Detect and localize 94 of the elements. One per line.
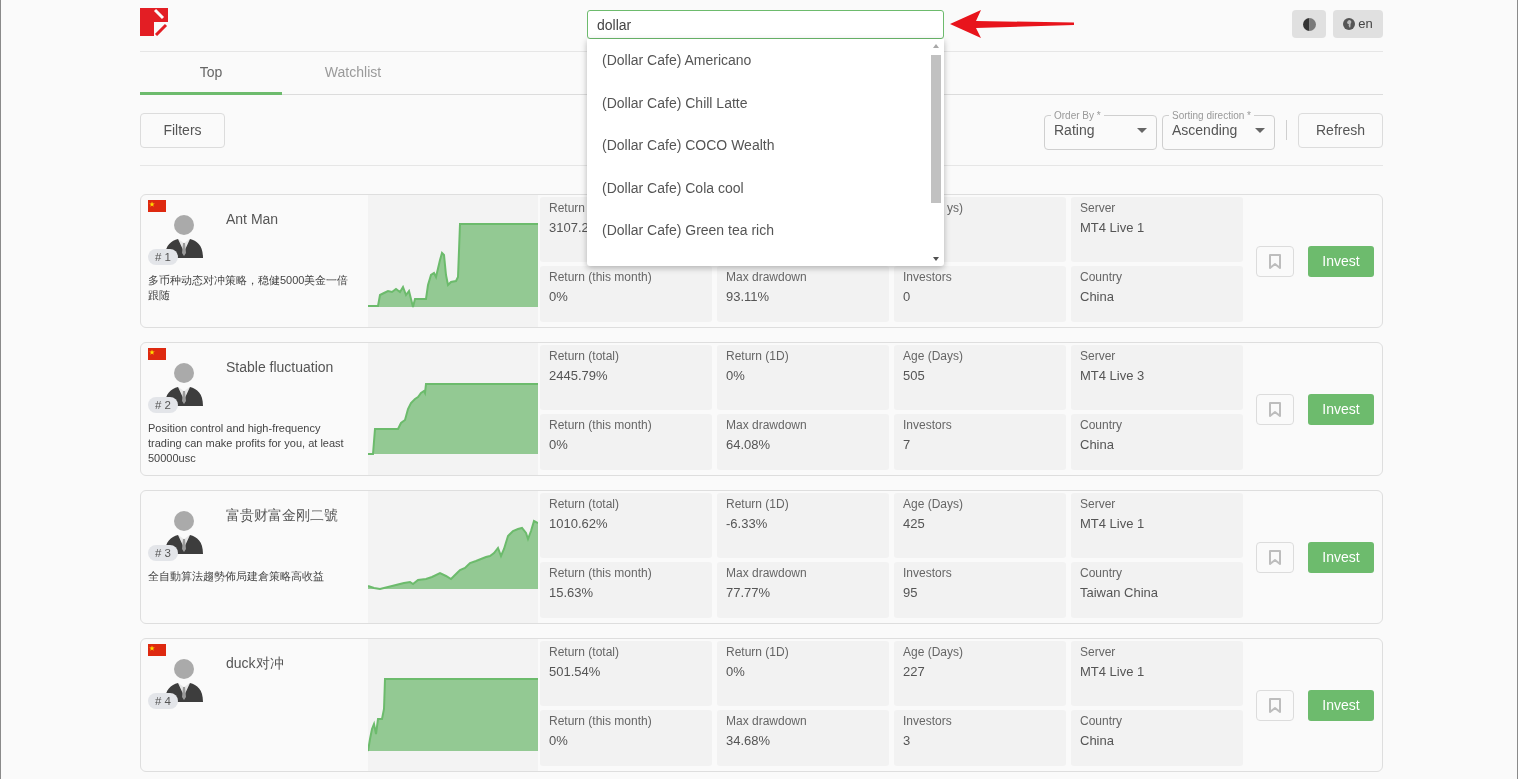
metric-value: 0%: [549, 732, 568, 749]
metric-label: Return (total): [549, 349, 620, 364]
suggestion-item[interactable]: (Dollar Cafe) Chill Latte: [587, 81, 927, 124]
metric-label: Return (1D): [726, 645, 789, 660]
filters-button[interactable]: Filters: [140, 112, 225, 148]
metric-label: Max drawdown: [726, 714, 807, 729]
contrast-icon: [1302, 17, 1316, 31]
metric-label: Investors: [903, 270, 952, 285]
metric-value: 0: [903, 288, 911, 305]
suggestion-item[interactable]: (Dollar Cafe) Cola cool: [587, 166, 927, 209]
tab[interactable]: Top: [140, 52, 282, 95]
metric-value: 0%: [549, 436, 568, 453]
strategy-name[interactable]: duck对冲: [226, 655, 284, 672]
metric-label: Max drawdown: [726, 566, 807, 581]
metric-label: Server: [1080, 645, 1116, 660]
sorting-direction-select[interactable]: Sorting direction * Ascending: [1162, 110, 1275, 150]
rank-badge: # 3: [148, 545, 178, 561]
strategy-name[interactable]: Stable fluctuation: [226, 359, 334, 376]
metric-label: Return (this month): [549, 418, 652, 433]
metric-value: 3: [903, 732, 911, 749]
bookmark-button[interactable]: [1256, 245, 1294, 277]
metric-label: Server: [1080, 497, 1116, 512]
metric-label: Return (total): [549, 645, 620, 660]
strategy-name[interactable]: Ant Man: [226, 211, 279, 228]
metric-value: MT4 Live 1: [1080, 663, 1145, 680]
metric-value: China: [1080, 288, 1114, 305]
logo-icon[interactable]: [140, 8, 168, 36]
rank-badge: # 4: [148, 693, 178, 709]
metric-label: Max drawdown: [726, 418, 807, 433]
metric-value: 95: [903, 584, 918, 601]
language-button[interactable]: en: [1333, 10, 1383, 38]
metric-label: Return (this month): [549, 566, 652, 581]
metric-value: 15.63%: [549, 584, 594, 601]
metric-label: Investors: [903, 566, 952, 581]
metric-value: MT4 Live 3: [1080, 367, 1145, 384]
strategy-name[interactable]: 富贵财富金刚二號: [226, 507, 338, 524]
metric-value: 3107.2: [549, 219, 589, 236]
metric-label: Max drawdown: [726, 270, 807, 285]
metric-label: Age (Days): [903, 645, 964, 660]
metric-value: 2445.79%: [549, 367, 608, 384]
metric-label: Server: [1080, 201, 1116, 216]
metric-value: Taiwan China: [1080, 584, 1159, 601]
metric-value: 505: [903, 367, 925, 384]
metric-value: MT4 Live 1: [1080, 515, 1145, 532]
metric-label: Server: [1080, 349, 1116, 364]
refresh-button[interactable]: Refresh: [1298, 112, 1383, 148]
metric-label: Age (Days): [903, 497, 964, 512]
metric-label: Investors: [903, 714, 952, 729]
metric-value: MT4 Live 1: [1080, 219, 1145, 236]
theme-toggle-button[interactable]: [1292, 10, 1326, 38]
metric-value: 227: [903, 663, 925, 680]
strategy-description: 全自動算法趨勢佈局建倉策略高收益: [148, 569, 325, 584]
rank-badge: # 2: [148, 397, 178, 413]
metric-value: 425: [903, 515, 925, 532]
suggestion-item[interactable]: (Dollar Cafe) COCO Wealth: [587, 124, 927, 167]
metric-value: China: [1080, 436, 1114, 453]
metric-value: 7: [903, 436, 911, 453]
metric-label: Country: [1080, 566, 1123, 581]
metric-value: 501.54%: [549, 663, 601, 680]
globe-icon: [1343, 18, 1356, 30]
metric-label: Return (this month): [549, 270, 652, 285]
bookmark-button[interactable]: [1256, 393, 1294, 425]
metric-label: Country: [1080, 418, 1123, 433]
caret-icon: [1137, 128, 1147, 133]
search-field[interactable]: dollar: [587, 10, 944, 39]
metric-value: 93.11%: [726, 288, 770, 305]
metric-value: 0%: [549, 288, 568, 305]
metric-value: 0%: [726, 367, 745, 384]
order-by-select[interactable]: Order By * Rating: [1044, 110, 1157, 150]
suggestion-item[interactable]: (Dollar Cafe) Green tea rich: [587, 209, 927, 252]
metric-value: 34.68%: [726, 732, 771, 749]
metric-label: Investors: [903, 418, 952, 433]
bookmark-button[interactable]: [1256, 689, 1294, 721]
metric-value: 64.08%: [726, 436, 771, 453]
bookmark-button[interactable]: [1256, 541, 1294, 573]
metric-label: Age (Days): [903, 349, 964, 364]
metric-value: -6.33%: [726, 515, 768, 532]
metric-label: Return: [549, 201, 586, 216]
rank-badge: # 1: [148, 249, 178, 265]
metric-label: Country: [1080, 714, 1123, 729]
strategy-description: 多币种动态对冲策略，稳健5000美金一倍跟随: [148, 273, 350, 303]
caret-icon: [1255, 128, 1265, 133]
metric-value: China: [1080, 732, 1114, 749]
metric-value: 0%: [726, 663, 745, 680]
strategy-description: Position control and high-frequency trading can make profits for you, at least 50000usc: [148, 421, 345, 466]
metric-label: Return (1D): [726, 349, 789, 364]
suggestion-item[interactable]: (Dollar Cafe) Americano: [587, 39, 927, 82]
metric-label: Return (this month): [549, 714, 652, 729]
metric-label: Return (total): [549, 497, 620, 512]
metric-value: 1010.62%: [549, 515, 608, 532]
metric-label: Country: [1080, 270, 1123, 285]
metric-label: ys): [947, 201, 963, 216]
metric-value: 77.77%: [726, 584, 771, 601]
metric-label: Return (1D): [726, 497, 789, 512]
